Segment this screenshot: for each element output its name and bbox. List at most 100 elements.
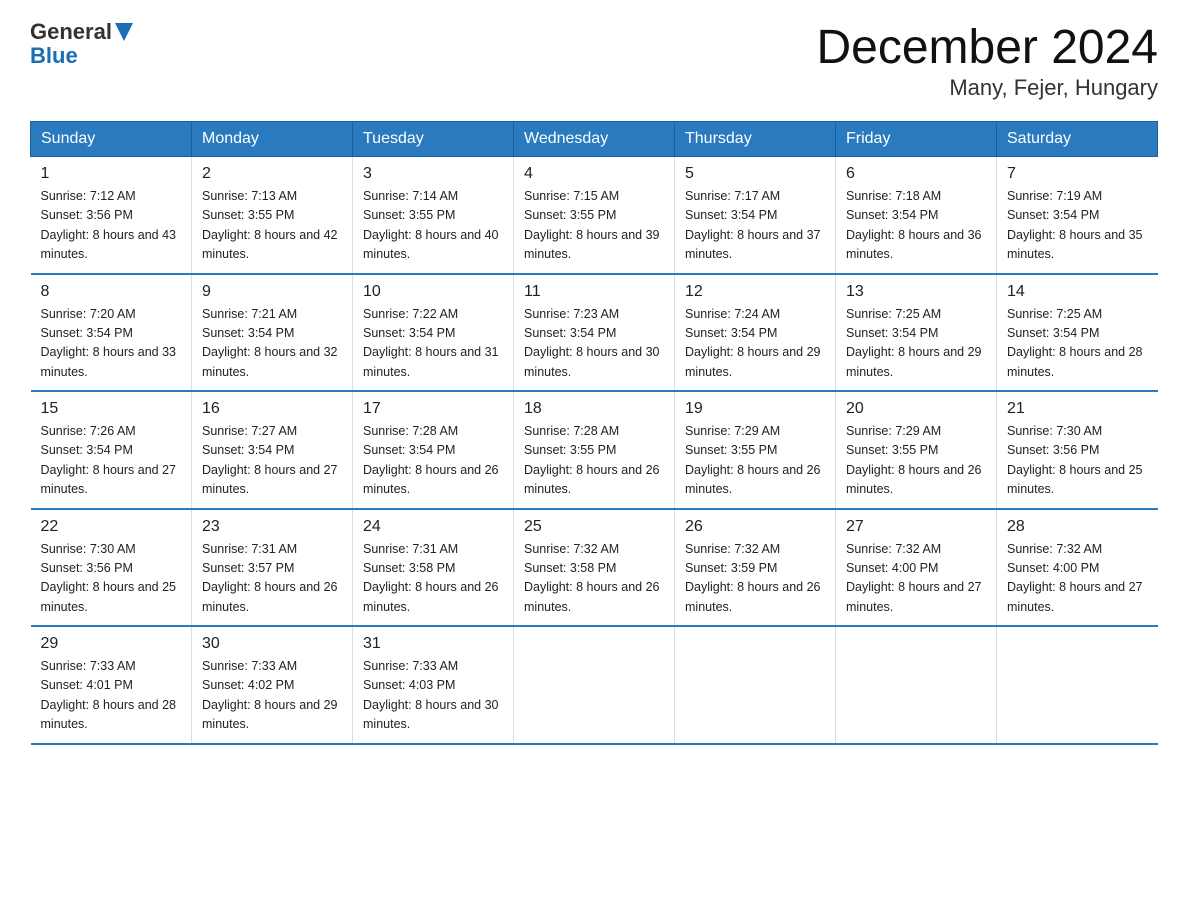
day-number: 30: [202, 635, 342, 653]
day-cell: 29 Sunrise: 7:33 AMSunset: 4:01 PMDayligh…: [31, 626, 192, 744]
day-info: Sunrise: 7:24 AMSunset: 3:54 PMDaylight:…: [685, 305, 825, 383]
header-cell-friday: Friday: [836, 122, 997, 157]
day-info: Sunrise: 7:30 AMSunset: 3:56 PMDaylight:…: [41, 540, 182, 618]
day-number: 5: [685, 165, 825, 183]
day-cell: 15Sunrise: 7:26 AMSunset: 3:54 PMDayligh…: [31, 391, 192, 509]
week-row-5: 29 Sunrise: 7:33 AMSunset: 4:01 PMDayligh…: [31, 626, 1158, 744]
day-number: 21: [1007, 400, 1148, 418]
day-cell: 6 Sunrise: 7:18 AMSunset: 3:54 PMDaylight…: [836, 157, 997, 274]
header-row: SundayMondayTuesdayWednesdayThursdayFrid…: [31, 122, 1158, 157]
header-cell-tuesday: Tuesday: [353, 122, 514, 157]
day-info: Sunrise: 7:29 AMSunset: 3:55 PMDaylight:…: [685, 422, 825, 500]
day-number: 22: [41, 518, 182, 536]
day-info: Sunrise: 7:25 AMSunset: 3:54 PMDaylight:…: [1007, 305, 1148, 383]
calendar-body: 1Sunrise: 7:12 AMSunset: 3:56 PMDaylight…: [31, 157, 1158, 744]
day-number: 18: [524, 400, 664, 418]
day-info: Sunrise: 7:32 AMSunset: 3:59 PMDaylight:…: [685, 540, 825, 618]
day-number: 8: [41, 283, 182, 301]
day-cell: 23Sunrise: 7:31 AMSunset: 3:57 PMDayligh…: [192, 509, 353, 627]
day-info: Sunrise: 7:31 AMSunset: 3:58 PMDaylight:…: [363, 540, 503, 618]
day-info: Sunrise: 7:25 AMSunset: 3:54 PMDaylight:…: [846, 305, 986, 383]
day-number: 24: [363, 518, 503, 536]
calendar-header: SundayMondayTuesdayWednesdayThursdayFrid…: [31, 122, 1158, 157]
day-info: Sunrise: 7:27 AMSunset: 3:54 PMDaylight:…: [202, 422, 342, 500]
day-number: 19: [685, 400, 825, 418]
page-header: General Blue December 2024 Many, Fejer, …: [30, 20, 1158, 101]
day-cell: 31Sunrise: 7:33 AMSunset: 4:03 PMDayligh…: [353, 626, 514, 744]
day-cell: 28 Sunrise: 7:32 AMSunset: 4:00 PMDayligh…: [997, 509, 1158, 627]
day-cell: 16 Sunrise: 7:27 AMSunset: 3:54 PMDayligh…: [192, 391, 353, 509]
day-cell: 7 Sunrise: 7:19 AMSunset: 3:54 PMDaylight…: [997, 157, 1158, 274]
day-number: 28: [1007, 518, 1148, 536]
day-cell: 5 Sunrise: 7:17 AMSunset: 3:54 PMDaylight…: [675, 157, 836, 274]
day-info: Sunrise: 7:18 AMSunset: 3:54 PMDaylight:…: [846, 187, 986, 265]
day-info: Sunrise: 7:19 AMSunset: 3:54 PMDaylight:…: [1007, 187, 1148, 265]
day-cell: 22 Sunrise: 7:30 AMSunset: 3:56 PMDayligh…: [31, 509, 192, 627]
logo-arrow-icon: [115, 23, 133, 41]
day-number: 14: [1007, 283, 1148, 301]
day-info: Sunrise: 7:33 AMSunset: 4:01 PMDaylight:…: [41, 657, 182, 735]
day-cell: 24 Sunrise: 7:31 AMSunset: 3:58 PMDayligh…: [353, 509, 514, 627]
day-info: Sunrise: 7:17 AMSunset: 3:54 PMDaylight:…: [685, 187, 825, 265]
calendar-table: SundayMondayTuesdayWednesdayThursdayFrid…: [30, 121, 1158, 745]
week-row-2: 8 Sunrise: 7:20 AMSunset: 3:54 PMDaylight…: [31, 274, 1158, 392]
logo-blue: Blue: [30, 43, 78, 68]
day-info: Sunrise: 7:32 AMSunset: 4:00 PMDaylight:…: [1007, 540, 1148, 618]
day-number: 10: [363, 283, 503, 301]
week-row-1: 1Sunrise: 7:12 AMSunset: 3:56 PMDaylight…: [31, 157, 1158, 274]
day-cell: 2Sunrise: 7:13 AMSunset: 3:55 PMDaylight…: [192, 157, 353, 274]
day-number: 31: [363, 635, 503, 653]
day-info: Sunrise: 7:14 AMSunset: 3:55 PMDaylight:…: [363, 187, 503, 265]
day-info: Sunrise: 7:28 AMSunset: 3:54 PMDaylight:…: [363, 422, 503, 500]
day-number: 13: [846, 283, 986, 301]
header-cell-wednesday: Wednesday: [514, 122, 675, 157]
day-number: 16: [202, 400, 342, 418]
header-cell-sunday: Sunday: [31, 122, 192, 157]
day-number: 7: [1007, 165, 1148, 183]
day-info: Sunrise: 7:21 AMSunset: 3:54 PMDaylight:…: [202, 305, 342, 383]
day-number: 6: [846, 165, 986, 183]
day-cell: 21 Sunrise: 7:30 AMSunset: 3:56 PMDayligh…: [997, 391, 1158, 509]
day-cell: 30Sunrise: 7:33 AMSunset: 4:02 PMDayligh…: [192, 626, 353, 744]
day-info: Sunrise: 7:32 AMSunset: 4:00 PMDaylight:…: [846, 540, 986, 618]
day-cell: 9 Sunrise: 7:21 AMSunset: 3:54 PMDaylight…: [192, 274, 353, 392]
day-cell: 10 Sunrise: 7:22 AMSunset: 3:54 PMDayligh…: [353, 274, 514, 392]
day-number: 9: [202, 283, 342, 301]
day-cell: 12 Sunrise: 7:24 AMSunset: 3:54 PMDayligh…: [675, 274, 836, 392]
day-cell: 8 Sunrise: 7:20 AMSunset: 3:54 PMDaylight…: [31, 274, 192, 392]
header-cell-saturday: Saturday: [997, 122, 1158, 157]
day-cell: 11Sunrise: 7:23 AMSunset: 3:54 PMDayligh…: [514, 274, 675, 392]
day-info: Sunrise: 7:26 AMSunset: 3:54 PMDaylight:…: [41, 422, 182, 500]
day-number: 17: [363, 400, 503, 418]
day-number: 27: [846, 518, 986, 536]
logo: General Blue: [30, 20, 133, 68]
day-info: Sunrise: 7:13 AMSunset: 3:55 PMDaylight:…: [202, 187, 342, 265]
day-cell: 18 Sunrise: 7:28 AMSunset: 3:55 PMDayligh…: [514, 391, 675, 509]
day-number: 12: [685, 283, 825, 301]
title-block: December 2024 Many, Fejer, Hungary: [816, 20, 1158, 101]
day-cell: 25Sunrise: 7:32 AMSunset: 3:58 PMDayligh…: [514, 509, 675, 627]
page-title: December 2024: [816, 20, 1158, 75]
day-cell: 1Sunrise: 7:12 AMSunset: 3:56 PMDaylight…: [31, 157, 192, 274]
day-cell: 13 Sunrise: 7:25 AMSunset: 3:54 PMDayligh…: [836, 274, 997, 392]
day-number: 11: [524, 283, 664, 301]
day-cell: [997, 626, 1158, 744]
day-number: 26: [685, 518, 825, 536]
day-cell: [675, 626, 836, 744]
day-info: Sunrise: 7:31 AMSunset: 3:57 PMDaylight:…: [202, 540, 342, 618]
day-info: Sunrise: 7:30 AMSunset: 3:56 PMDaylight:…: [1007, 422, 1148, 500]
day-number: 25: [524, 518, 664, 536]
day-cell: 27 Sunrise: 7:32 AMSunset: 4:00 PMDayligh…: [836, 509, 997, 627]
day-cell: [514, 626, 675, 744]
day-info: Sunrise: 7:22 AMSunset: 3:54 PMDaylight:…: [363, 305, 503, 383]
day-number: 29: [41, 635, 182, 653]
logo-general: General: [30, 20, 112, 44]
day-info: Sunrise: 7:20 AMSunset: 3:54 PMDaylight:…: [41, 305, 182, 383]
day-info: Sunrise: 7:28 AMSunset: 3:55 PMDaylight:…: [524, 422, 664, 500]
day-cell: 14 Sunrise: 7:25 AMSunset: 3:54 PMDayligh…: [997, 274, 1158, 392]
page-subtitle: Many, Fejer, Hungary: [816, 75, 1158, 101]
day-cell: 4Sunrise: 7:15 AMSunset: 3:55 PMDaylight…: [514, 157, 675, 274]
header-cell-monday: Monday: [192, 122, 353, 157]
day-cell: 26 Sunrise: 7:32 AMSunset: 3:59 PMDayligh…: [675, 509, 836, 627]
day-cell: 20Sunrise: 7:29 AMSunset: 3:55 PMDayligh…: [836, 391, 997, 509]
